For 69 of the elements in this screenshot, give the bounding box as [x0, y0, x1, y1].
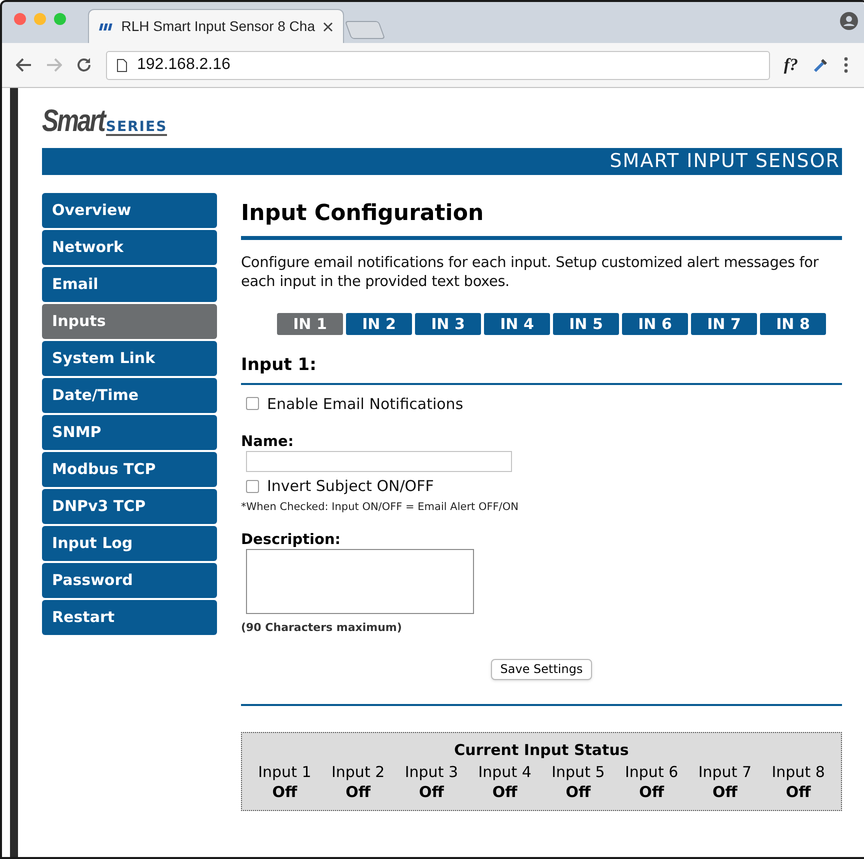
input-state: Off [272, 782, 298, 802]
field-label: Name: [241, 433, 295, 451]
input-tab[interactable]: IN 7 [691, 313, 757, 335]
input-name: Input 3 [404, 762, 458, 782]
sidebar-item[interactable]: System Link [42, 341, 217, 376]
menu-icon[interactable] [844, 57, 848, 73]
sidebar-item[interactable]: Restart [42, 600, 217, 635]
forward-icon[interactable] [46, 58, 62, 72]
name-field[interactable] [246, 451, 512, 472]
input-name: Input 2 [331, 762, 385, 782]
back-icon[interactable] [16, 58, 32, 72]
close-tab-icon[interactable] [323, 22, 333, 32]
input-state: Off [492, 782, 518, 802]
sidebar-item[interactable]: Input Log [42, 526, 217, 561]
input-tab[interactable]: IN 3 [415, 313, 481, 335]
page-title: Input Configuration [241, 200, 485, 228]
checkbox[interactable] [246, 397, 259, 410]
browser-tab[interactable]: RLH Smart Input Sensor 8 Cha [88, 9, 344, 43]
eyedropper-icon[interactable] [812, 56, 830, 74]
save-button[interactable]: Save Settings [491, 658, 592, 680]
checkbox-label: Invert Subject ON/OFF [267, 476, 434, 497]
brand-logo: SmartSERIES [42, 102, 168, 140]
reload-icon[interactable] [76, 57, 92, 73]
sidebar-item[interactable]: Email [42, 267, 217, 302]
intro-text: Configure email notifications for each input. Setup customized alert messages for each input in the provided text boxes. [241, 254, 820, 292]
address-field[interactable]: 192.168.2.16 [106, 50, 770, 80]
sidebar-item[interactable]: Password [42, 563, 217, 598]
input-name: Input 4 [478, 762, 532, 782]
profile-icon[interactable] [840, 12, 858, 30]
input-tab[interactable]: IN 4 [484, 313, 550, 335]
input-state: Off [418, 782, 444, 802]
header-banner: SMART INPUT SENSOR [42, 148, 842, 175]
input-tab[interactable]: IN 8 [760, 313, 826, 335]
input-name: Input 6 [624, 762, 678, 782]
input-name: Input 7 [698, 762, 752, 782]
input-tab[interactable]: IN 2 [346, 313, 412, 335]
checkbox-label: Enable Email Notifications [267, 394, 464, 414]
input-tab[interactable]: IN 1 [277, 313, 343, 335]
tab-title: RLH Smart Input Sensor 8 Cha [121, 17, 315, 36]
input-state: Off [566, 782, 591, 802]
field-label: Description: [241, 531, 342, 550]
toolbar-extension-label[interactable]: f? [784, 52, 798, 78]
note-text: *When Checked: Input ON/OFF = Email Alert OFF/ON [241, 500, 520, 514]
sidebar-item[interactable]: Network [42, 230, 217, 265]
sidebar-item[interactable]: Modbus TCP [42, 452, 217, 487]
page-icon [117, 58, 127, 72]
status-title: Current Input Status [453, 740, 630, 759]
note-text: (90 Characters maximum) [241, 620, 403, 636]
sidebar-item[interactable]: Overview [42, 193, 217, 228]
new-tab-button[interactable] [344, 21, 386, 39]
checkbox[interactable] [246, 480, 259, 493]
description-field[interactable] [246, 549, 474, 614]
input-state: Off [346, 782, 371, 802]
section-title: Input 1: [241, 354, 318, 377]
sidebar-item[interactable]: Inputs [42, 304, 217, 339]
input-state: Off [639, 782, 664, 802]
input-state: Off [712, 782, 738, 802]
input-state: Off [786, 782, 811, 802]
maximize-window-icon[interactable] [54, 12, 66, 24]
input-name: Input 5 [552, 762, 605, 782]
input-name: Input 1 [258, 762, 312, 782]
sidebar-item[interactable]: Date/Time [42, 378, 217, 413]
site-logo-icon [99, 22, 114, 30]
input-tab[interactable]: IN 6 [622, 313, 688, 335]
input-tab[interactable]: IN 5 [553, 313, 619, 335]
sidebar-item[interactable]: DNPv3 TCP [42, 489, 217, 524]
close-window-icon[interactable] [14, 12, 26, 24]
sidebar-item[interactable]: SNMP [42, 415, 217, 450]
input-name: Input 8 [772, 762, 825, 782]
